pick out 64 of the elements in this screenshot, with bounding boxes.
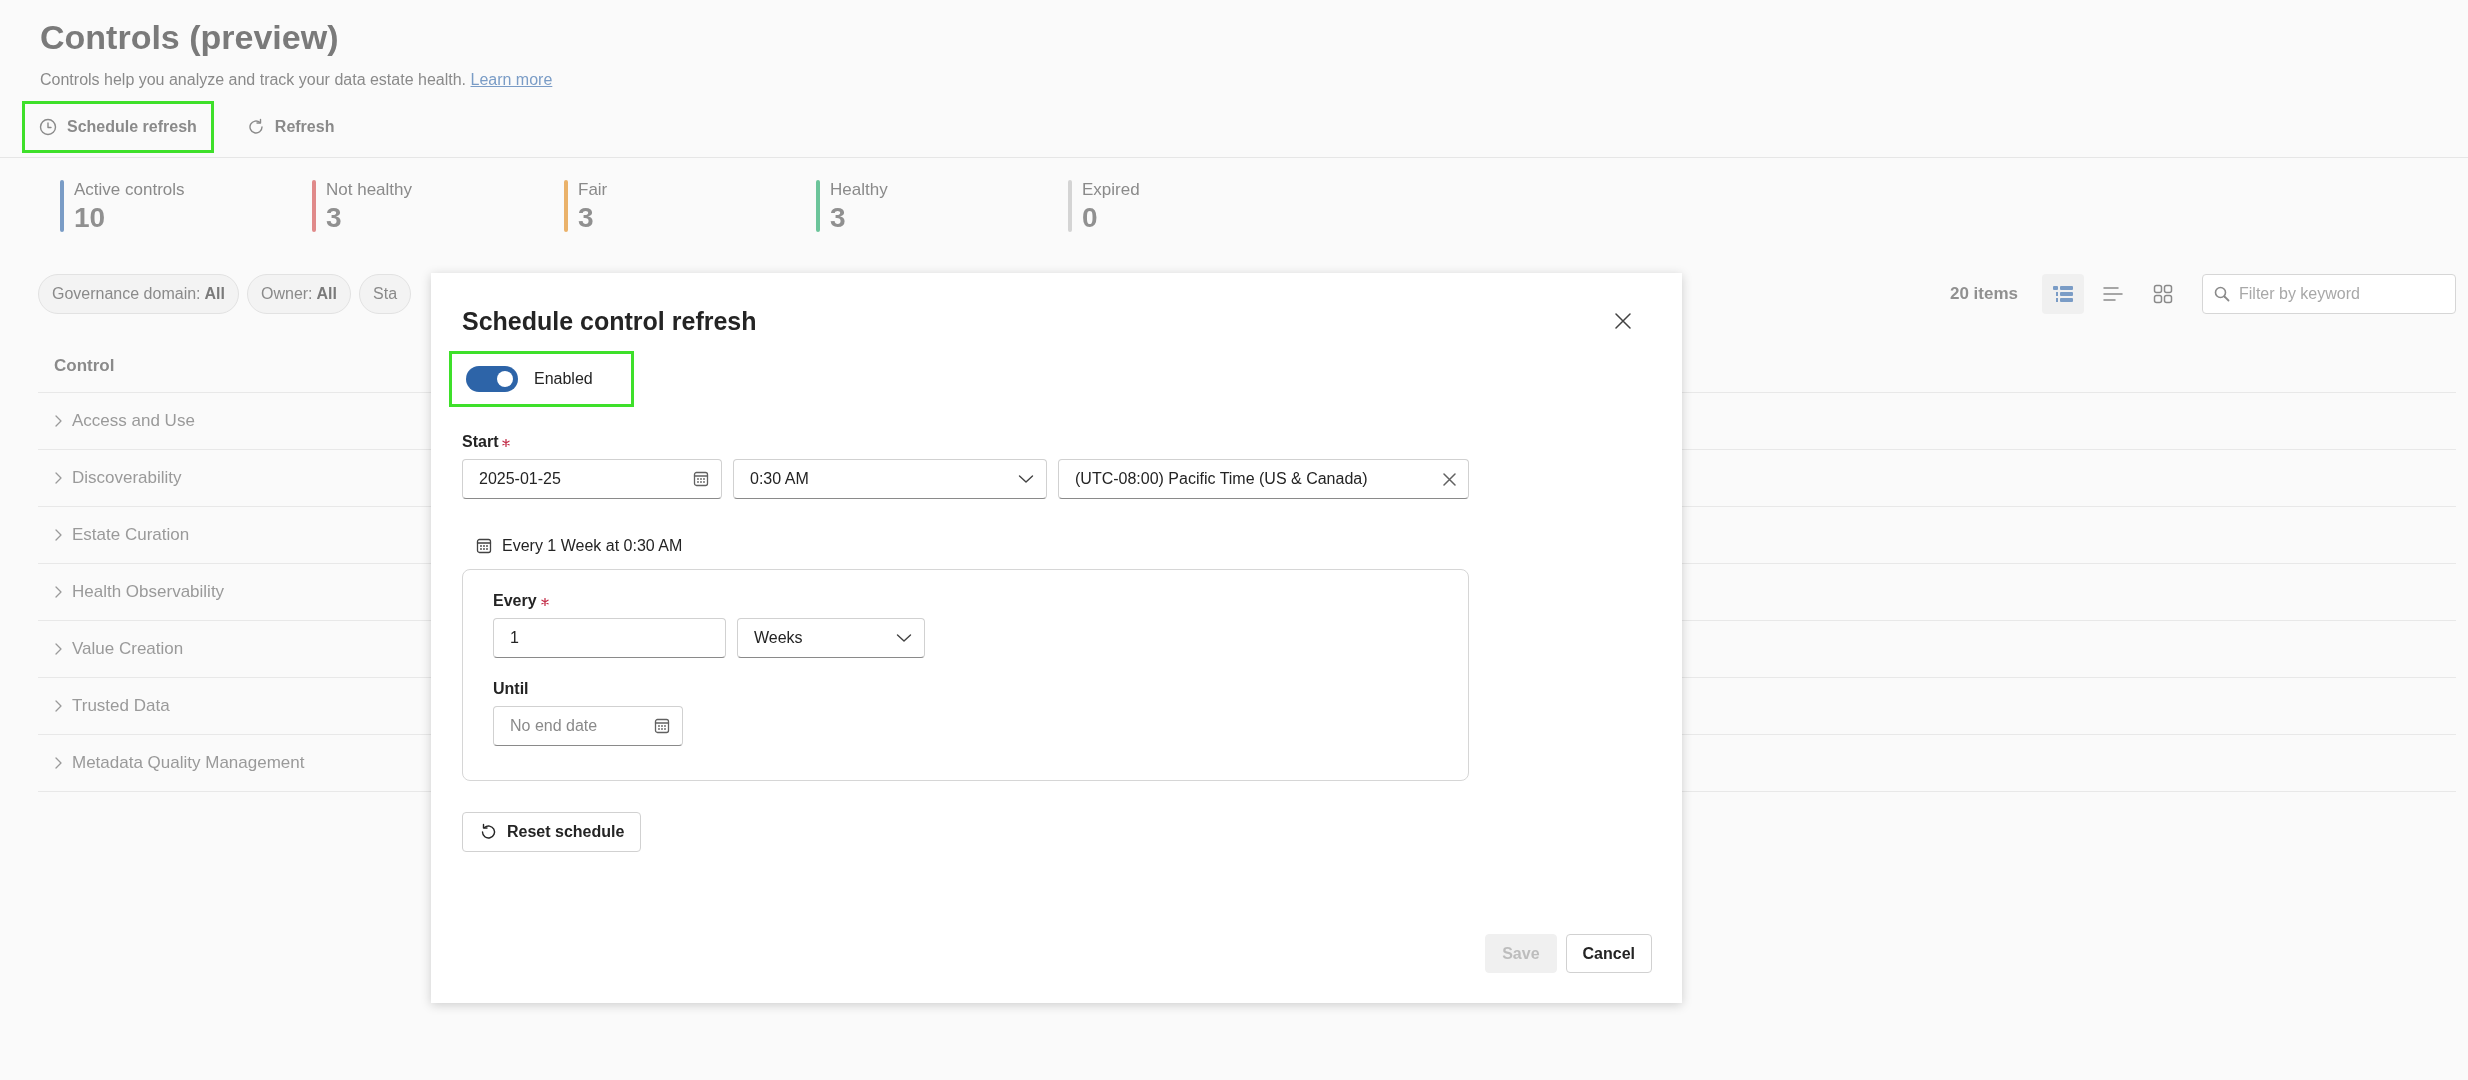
row-label: Discoverability <box>72 468 182 488</box>
field-label: Until <box>493 680 529 697</box>
stat-value: 0 <box>1082 202 1099 234</box>
end-date-field[interactable]: No end date <box>493 706 683 746</box>
clear-icon <box>1443 472 1456 486</box>
row-label: Value Creation <box>72 639 184 659</box>
toggle-label: Enabled <box>534 370 593 388</box>
stat-value: 3 <box>578 202 595 234</box>
interval-field[interactable]: 1 <box>493 618 726 658</box>
chevron-right-icon <box>54 471 62 485</box>
row-label: Trusted Data <box>72 696 170 716</box>
close-icon <box>1615 313 1631 329</box>
chevron-right-icon <box>54 528 62 542</box>
search-field[interactable]: Filter by keyword <box>2202 274 2456 314</box>
page-description: Controls help you analyze and track your data estate health. Learn more <box>40 71 554 89</box>
stat-value: 3 <box>830 202 847 234</box>
calendar-icon <box>476 538 492 554</box>
reset-schedule-button[interactable]: Reset schedule <box>462 812 642 852</box>
timezone-field[interactable]: (UTC-08:00) Pacific Time (US & Canada) <box>1058 459 1469 499</box>
dialog-title: Schedule control refresh <box>462 306 757 336</box>
chevron-down-icon <box>896 633 912 643</box>
stat-label: Active controls <box>74 180 185 200</box>
stat-label: Healthy <box>830 180 888 200</box>
detail-list-icon <box>2052 284 2074 304</box>
view-toggle-button[interactable] <box>2042 274 2084 314</box>
calendar-icon <box>654 718 670 734</box>
chevron-right-icon <box>54 414 62 428</box>
learn-more-link[interactable]: Learn more <box>470 71 553 88</box>
field-label: Every <box>493 592 537 609</box>
row-label: Health Observability <box>72 582 225 602</box>
row-label: Metadata Quality Management <box>72 753 305 773</box>
search-icon <box>2214 286 2230 302</box>
unit-dropdown[interactable]: Weeks <box>737 618 925 658</box>
filter-pill[interactable]: Governance domain: All <box>38 274 239 314</box>
refresh-icon <box>246 118 265 136</box>
grid-icon <box>2153 284 2173 304</box>
clock-icon <box>39 118 57 136</box>
chevron-right-icon <box>54 585 62 599</box>
chevron-right-icon <box>54 642 62 656</box>
reset-icon <box>479 823 497 841</box>
item-count: 20 items <box>1949 284 2018 304</box>
field-label: Start <box>462 433 499 450</box>
chevron-right-icon <box>54 756 62 770</box>
filter-pill[interactable]: Sta <box>359 274 412 314</box>
stat-label: Not healthy <box>326 180 412 200</box>
time-dropdown[interactable]: 0:30 AM <box>733 459 1047 499</box>
dialog-button[interactable]: Cancel <box>1565 934 1652 973</box>
stat-label: Fair <box>578 180 608 200</box>
schedule-refresh-button[interactable]: Schedule refresh <box>22 101 214 153</box>
stat-label: Expired <box>1082 180 1140 200</box>
lines-icon <box>2103 286 2123 302</box>
row-label: Access and Use <box>72 411 195 431</box>
chevron-down-icon <box>1018 474 1034 484</box>
calendar-icon <box>693 471 709 487</box>
filter-pill[interactable]: Owner: All <box>247 274 351 314</box>
toggle-switch[interactable] <box>466 366 518 392</box>
refresh-button[interactable]: Refresh <box>229 101 352 153</box>
row-label: Estate Curation <box>72 525 190 545</box>
date-field[interactable]: 2025-01-25 <box>462 459 722 499</box>
page-title: Controls (preview) <box>40 18 340 57</box>
schedule-summary: Every 1 Week at 0:30 AM <box>502 537 683 555</box>
chevron-right-icon <box>54 699 62 713</box>
stat-value: 10 <box>74 202 107 234</box>
stat-value: 3 <box>326 202 343 234</box>
